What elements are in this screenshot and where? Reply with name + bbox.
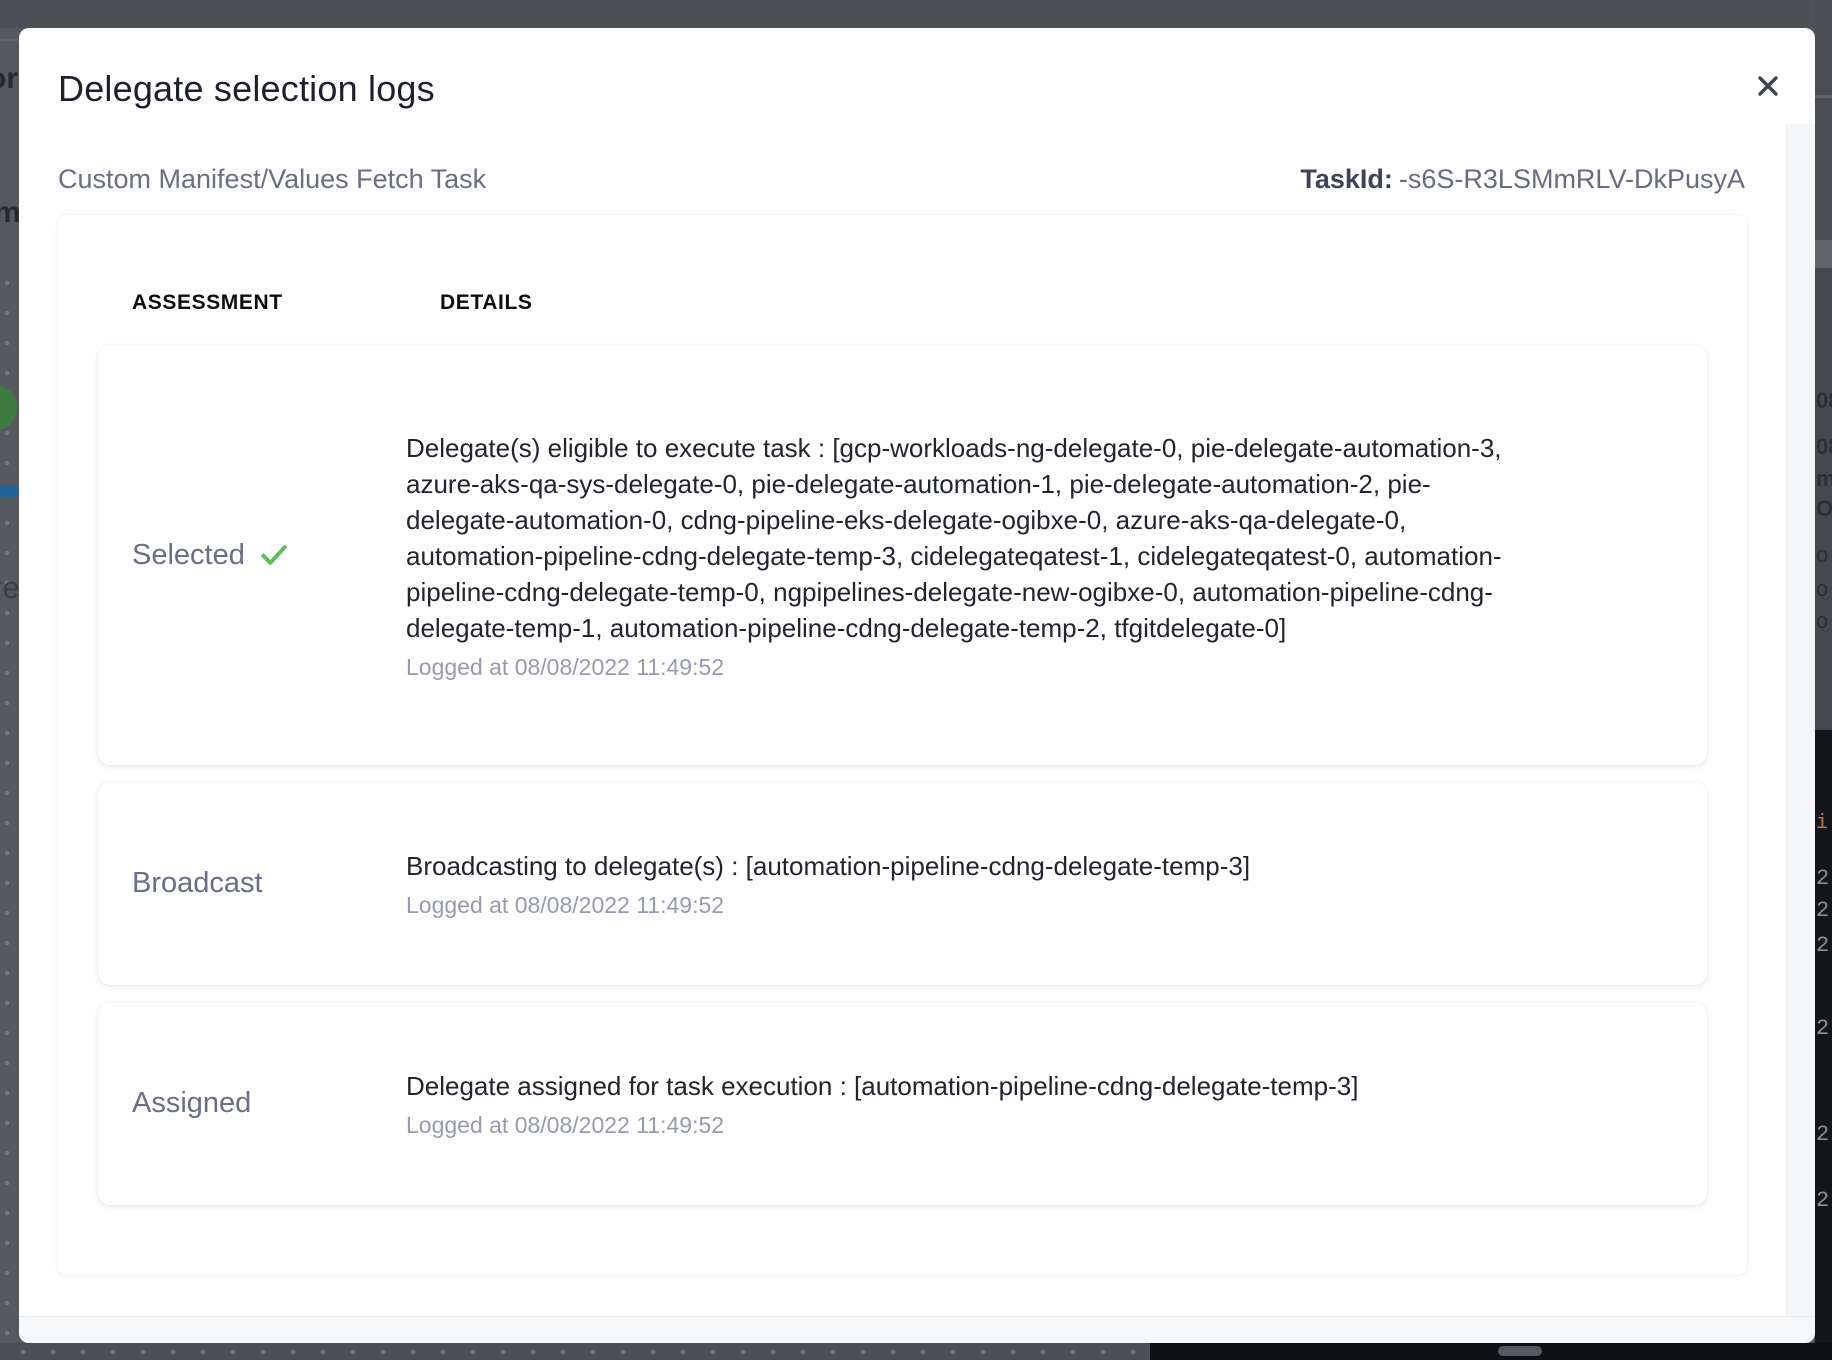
console-text-fragment: 2: [1816, 1122, 1832, 1147]
assessment-label: Broadcast: [132, 867, 263, 900]
assessment-cell: Selected: [132, 538, 406, 572]
task-id-label: TaskId:: [1300, 164, 1393, 194]
background-left-edge: or m re: [0, 0, 19, 1360]
background-text-fragment: 08: [1816, 434, 1832, 460]
dialog-subheader: Custom Manifest/Values Fetch Task TaskId…: [58, 164, 1745, 195]
background-text-fragment: 08: [1816, 388, 1832, 414]
background-text-fragment: m: [1816, 466, 1832, 492]
assessment-label: Selected: [132, 539, 245, 572]
log-message: Broadcasting to delegate(s) : [automatio…: [406, 848, 1506, 884]
pipeline-connector: [0, 485, 19, 497]
details-cell: Broadcasting to delegate(s) : [automatio…: [406, 848, 1546, 919]
table-row: Assigned Delegate assigned for task exec…: [98, 1002, 1707, 1205]
pipeline-node-success-icon: [0, 385, 17, 430]
dialog-scrollbar-track[interactable]: [1786, 124, 1815, 1316]
pipeline-dot-grid: [4, 268, 10, 1340]
check-icon: [257, 538, 291, 572]
log-timestamp: Logged at 08/08/2022 11:49:52: [406, 654, 1506, 681]
background-text-fragment: O: [1816, 496, 1832, 522]
column-header-assessment: ASSESSMENT: [132, 291, 440, 315]
table-rows: Selected Delegate(s) eligible to execute…: [58, 315, 1747, 1205]
assessment-label: Assigned: [132, 1087, 251, 1120]
column-header-details: DETAILS: [440, 291, 532, 315]
task-name: Custom Manifest/Values Fetch Task: [58, 164, 486, 195]
console-text-fragment: 2: [1816, 898, 1832, 923]
background-divider: [0, 39, 19, 41]
console-text-fragment: 2: [1816, 1016, 1832, 1041]
background-text-fragment: o: [1816, 542, 1832, 568]
console-text-fragment: 2: [1816, 866, 1832, 891]
background-band: [1815, 240, 1832, 268]
backdrop-bottom-band: [0, 1343, 1832, 1360]
background-divider: [1815, 95, 1832, 98]
details-cell: Delegate(s) eligible to execute task : […: [406, 430, 1546, 681]
console-text-fragment: 2: [1816, 1188, 1832, 1213]
dialog-footer: [19, 1316, 1815, 1343]
task-id-value: -s6S-R3LSMmRLV-DkPusyA: [1399, 164, 1745, 194]
table-row: Broadcast Broadcasting to delegate(s) : …: [98, 782, 1707, 985]
pipeline-canvas-edge: [0, 1343, 1150, 1360]
details-cell: Delegate assigned for task execution : […: [406, 1068, 1546, 1139]
backdrop-top-band: [0, 0, 1832, 28]
task-id: TaskId:-s6S-R3LSMmRLV-DkPusyA: [1300, 164, 1745, 195]
log-message: Delegate(s) eligible to execute task : […: [406, 430, 1506, 646]
background-right-edge: 08 08 m O o o o i. 2 2 2 2 2 2: [1815, 0, 1832, 1360]
assessment-cell: Broadcast: [132, 867, 406, 900]
background-text-fragment: or: [0, 62, 18, 96]
log-timestamp: Logged at 08/08/2022 11:49:52: [406, 1112, 1506, 1139]
console-text-fragment: i.: [1816, 812, 1832, 835]
background-text-fragment: m: [0, 196, 21, 230]
close-button[interactable]: [1748, 66, 1788, 106]
background-text-fragment: o: [1816, 608, 1832, 634]
close-icon: [1752, 70, 1784, 102]
assessment-cell: Assigned: [132, 1087, 406, 1120]
table-row: Selected Delegate(s) eligible to execute…: [98, 345, 1707, 765]
background-text-fragment: re: [0, 570, 20, 606]
console-horizontal-scrollbar[interactable]: [1498, 1346, 1542, 1356]
console-edge: [1150, 1343, 1832, 1360]
selection-log-table: ASSESSMENT DETAILS Selected Delegate(s) …: [58, 215, 1747, 1275]
console-text-fragment: 2: [1816, 933, 1832, 958]
dialog-title: Delegate selection logs: [58, 68, 435, 110]
table-header-row: ASSESSMENT DETAILS: [58, 215, 1747, 315]
log-timestamp: Logged at 08/08/2022 11:49:52: [406, 892, 1506, 919]
delegate-selection-logs-dialog: Delegate selection logs Custom Manifest/…: [19, 28, 1815, 1343]
background-text-fragment: o: [1816, 576, 1832, 602]
log-message: Delegate assigned for task execution : […: [406, 1068, 1506, 1104]
